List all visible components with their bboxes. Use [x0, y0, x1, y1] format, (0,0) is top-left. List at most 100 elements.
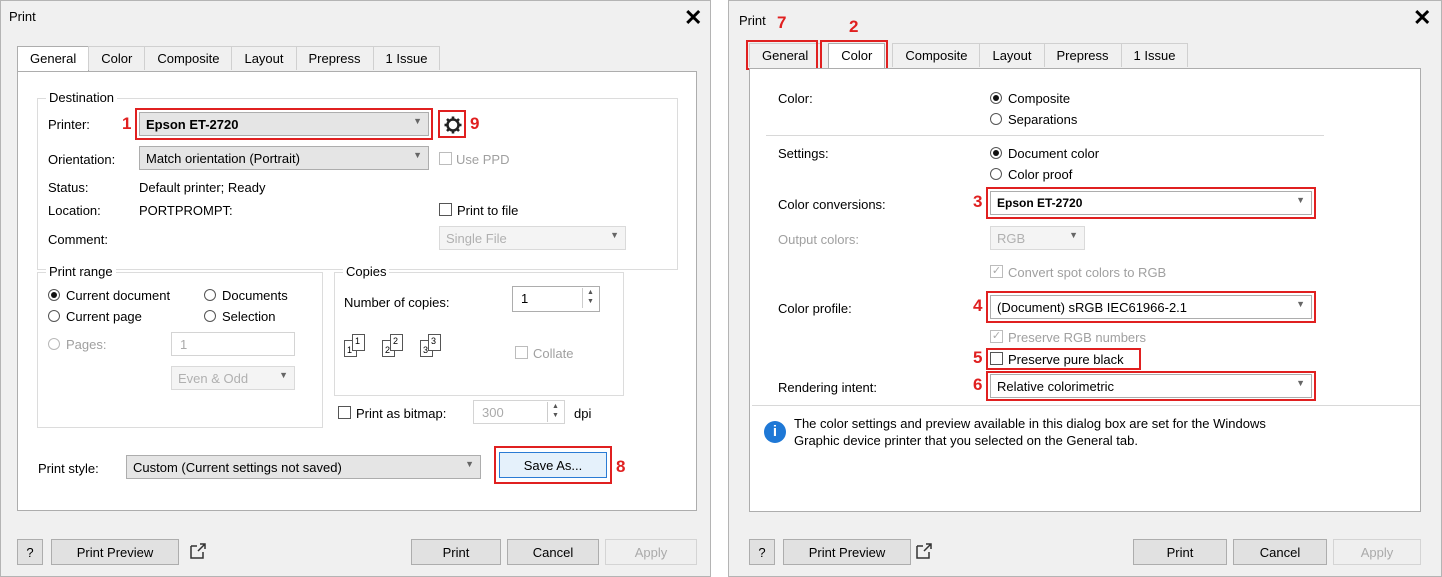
bitmap-dpi-input[interactable]: 300 ▲ ▼	[473, 400, 565, 424]
pages-label: Pages:	[66, 337, 107, 352]
output-colors-label: Output colors:	[778, 232, 859, 247]
selection-radio[interactable]	[204, 310, 216, 322]
pages-input[interactable]: 1	[171, 332, 295, 356]
status-value: Default printer; Ready	[139, 180, 266, 195]
preserve-rgb-label: Preserve RGB numbers	[1008, 330, 1146, 345]
use-ppd-checkbox[interactable]	[439, 152, 452, 165]
convert-spot-checkbox[interactable]: ✓	[990, 265, 1003, 278]
dpi-unit: dpi	[574, 406, 592, 421]
pages-radio[interactable]	[48, 338, 60, 350]
print-style-select[interactable]: Custom (Current settings not saved) ▼	[126, 455, 481, 479]
composite-label: Composite	[1008, 91, 1071, 106]
divider	[766, 135, 1324, 136]
annotation-6: 6	[973, 375, 983, 394]
annotation-8: 8	[616, 457, 626, 476]
apply-button[interactable]: Apply	[605, 539, 697, 565]
current-document-radio[interactable]	[48, 289, 60, 301]
print-style-label: Print style:	[38, 461, 99, 476]
destination-legend: Destination	[46, 90, 118, 105]
print-button[interactable]: Print	[411, 539, 501, 565]
spinner-icon[interactable]: ▲ ▼	[582, 288, 598, 308]
tab-layout[interactable]: Layout	[979, 43, 1045, 67]
print-dialog-color: Print ✕ 7 2 General Color Composite Layo…	[728, 0, 1442, 577]
cancel-button[interactable]: Cancel	[507, 539, 599, 565]
print-as-bitmap-checkbox[interactable]	[338, 406, 351, 419]
info-text-line1: The color settings and preview available…	[794, 416, 1266, 431]
document-color-radio[interactable]	[990, 147, 1002, 159]
current-document-label: Current document	[66, 288, 171, 303]
info-icon: i	[764, 421, 786, 443]
annotation-1: 1	[122, 114, 132, 133]
color-proof-radio[interactable]	[990, 168, 1002, 180]
composite-radio[interactable]	[990, 92, 1002, 104]
color-proof-label: Color proof	[1008, 167, 1073, 182]
tab-composite[interactable]: Composite	[892, 43, 981, 67]
tab-issues[interactable]: 1 Issue	[372, 46, 441, 70]
chevron-down-icon: ▼	[465, 459, 474, 469]
close-icon[interactable]: ✕	[1413, 7, 1431, 29]
tab-prepress[interactable]: Prepress	[1043, 43, 1122, 67]
tab-general[interactable]: General	[17, 46, 90, 72]
info-text-line2: Graphic device printer that you selected…	[794, 433, 1138, 448]
even-odd-select[interactable]: Even & Odd ▼	[171, 366, 295, 390]
file-mode-select[interactable]: Single File ▼	[439, 226, 626, 250]
tab-issues[interactable]: 1 Issue	[1120, 43, 1189, 67]
general-panel: Destination Printer: Epson ET-2720 ▼ 1 9 …	[17, 71, 697, 511]
highlight-box-intent	[986, 371, 1316, 401]
collate-label: Collate	[533, 346, 574, 361]
color-profile-label: Color profile:	[778, 301, 852, 316]
collate-preview-icon: 1 1 2 2 3 3	[344, 332, 464, 362]
copies-input[interactable]: 1 ▲ ▼	[512, 286, 600, 312]
tab-prepress[interactable]: Prepress	[295, 46, 374, 70]
tab-layout[interactable]: Layout	[231, 46, 297, 70]
collate-checkbox[interactable]	[515, 346, 528, 359]
annotation-7: 7	[777, 13, 787, 32]
documents-radio[interactable]	[204, 289, 216, 301]
annotation-3: 3	[973, 192, 983, 211]
close-icon[interactable]: ✕	[684, 7, 702, 29]
color-label: Color:	[778, 91, 813, 106]
annotation-4: 4	[973, 296, 983, 315]
external-window-icon[interactable]	[189, 542, 207, 560]
orientation-select[interactable]: Match orientation (Portrait) ▼	[139, 146, 429, 170]
help-button[interactable]: ?	[17, 539, 43, 565]
help-button[interactable]: ?	[749, 539, 775, 565]
external-window-icon[interactable]	[915, 542, 933, 560]
spinner-icon[interactable]: ▲ ▼	[547, 402, 563, 422]
print-dialog-general: Print ✕ General Color Composite Layout P…	[0, 0, 711, 577]
convert-spot-label: Convert spot colors to RGB	[1008, 265, 1167, 280]
divider	[752, 405, 1420, 406]
annotation-9: 9	[470, 114, 480, 133]
tab-color[interactable]: Color	[88, 46, 146, 70]
highlight-box-printer	[135, 108, 433, 140]
tab-composite[interactable]: Composite	[144, 46, 233, 70]
copies-legend: Copies	[343, 264, 390, 279]
highlight-box-profile	[986, 291, 1316, 323]
rendering-intent-label: Rendering intent:	[778, 380, 878, 395]
color-conversions-label: Color conversions:	[778, 197, 886, 212]
location-label: Location:	[48, 203, 101, 218]
settings-label: Settings:	[778, 146, 829, 161]
chevron-down-icon: ▼	[1069, 230, 1078, 240]
cancel-button[interactable]: Cancel	[1233, 539, 1327, 565]
separations-radio[interactable]	[990, 113, 1002, 125]
selection-label: Selection	[222, 309, 276, 324]
highlight-box-color-tab	[820, 40, 888, 70]
output-colors-select[interactable]: RGB ▼	[990, 226, 1085, 250]
highlight-box-conversions	[986, 187, 1316, 219]
document-color-label: Document color	[1008, 146, 1100, 161]
comment-label: Comment:	[48, 232, 108, 247]
print-preview-button[interactable]: Print Preview	[783, 539, 911, 565]
print-to-file-checkbox[interactable]	[439, 203, 452, 216]
print-range-legend: Print range	[46, 264, 116, 279]
apply-button[interactable]: Apply	[1333, 539, 1421, 565]
documents-label: Documents	[222, 288, 288, 303]
print-button[interactable]: Print	[1133, 539, 1227, 565]
current-page-radio[interactable]	[48, 310, 60, 322]
use-ppd-label: Use PPD	[456, 152, 510, 167]
preserve-rgb-checkbox[interactable]: ✓	[990, 330, 1003, 343]
location-value: PORTPROMPT:	[139, 203, 233, 218]
annotation-5: 5	[973, 348, 983, 367]
orientation-label: Orientation:	[48, 152, 116, 167]
print-preview-button[interactable]: Print Preview	[51, 539, 179, 565]
